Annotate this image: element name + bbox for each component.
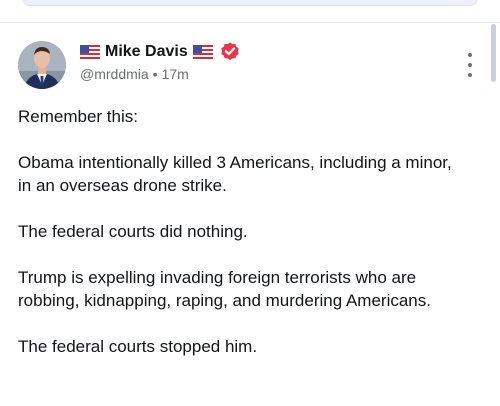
author-handle[interactable]: @mrddmia (80, 66, 149, 82)
post-paragraph: The federal courts stopped him. (18, 337, 258, 356)
post-header: Mike Davis @mrddmia • 17m (80, 41, 452, 82)
post-card: Mike Davis @mrddmia • 17m Remember this:… (0, 23, 492, 406)
post-body: Remember this: Obama intentionally kille… (18, 105, 468, 381)
top-card-edge (0, 0, 500, 23)
more-options-icon[interactable] (462, 53, 478, 77)
more-dot (468, 73, 472, 77)
us-flag-icon (80, 45, 100, 59)
input-box-edge[interactable] (22, 0, 478, 6)
verified-badge-icon (221, 42, 239, 60)
post-paragraph: Remember this: (18, 107, 138, 126)
post-paragraph: The federal courts did nothing. (18, 222, 248, 241)
post-paragraph: Obama intentionally killed 3 Americans, … (18, 153, 452, 195)
meta-separator: • (152, 66, 158, 82)
avatar[interactable] (18, 41, 66, 89)
post-timestamp[interactable]: 17m (162, 66, 189, 82)
more-dot (468, 53, 472, 57)
author-row[interactable]: Mike Davis (80, 41, 452, 63)
author-name[interactable]: Mike Davis (105, 43, 188, 61)
more-dot (468, 63, 472, 67)
avatar-image (18, 41, 66, 89)
post-meta: @mrddmia • 17m (80, 66, 452, 82)
post-paragraph: Trump is expelling invading foreign terr… (18, 268, 431, 310)
us-flag-icon (192, 45, 213, 59)
